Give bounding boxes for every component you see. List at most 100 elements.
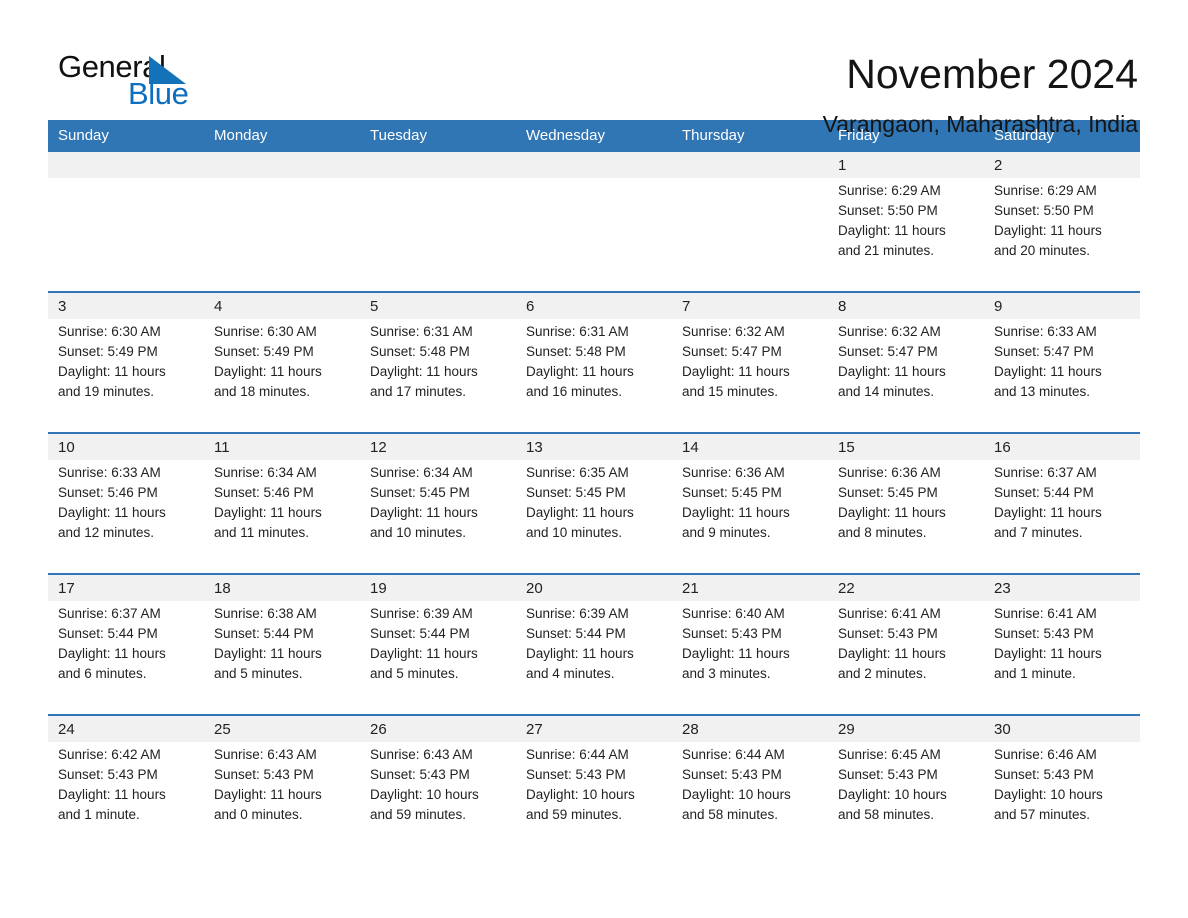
daylight-text-line2: and 14 minutes. <box>838 384 935 399</box>
day-cell-number[interactable]: 9 <box>984 291 1140 319</box>
sunrise-text: Sunrise: 6:37 AM <box>58 606 161 621</box>
day-cell-number[interactable]: 8 <box>828 291 984 319</box>
day-cell-number[interactable]: 28 <box>672 714 828 742</box>
daylight-text-line1: Daylight: 11 hours <box>838 364 946 379</box>
day-cell-info: Sunrise: 6:32 AM Sunset: 5:47 PM Dayligh… <box>672 319 828 433</box>
day-cell-number[interactable]: 29 <box>828 714 984 742</box>
sunset-text: Sunset: 5:43 PM <box>58 767 158 782</box>
calendar-week-1: 1 2 Sunrise: 6:29 AM Sunset: 5:50 PM Day… <box>48 152 1140 292</box>
week-1-daynum-row: 1 2 <box>48 152 1140 178</box>
day-cell-number[interactable]: 3 <box>48 291 204 319</box>
daylight-text-line2: and 57 minutes. <box>994 807 1091 822</box>
daylight-text-line1: Daylight: 10 hours <box>370 787 479 802</box>
day-cell-number[interactable]: 7 <box>672 291 828 319</box>
sunrise-text <box>58 181 194 201</box>
day-cell-number[interactable]: 21 <box>672 573 828 601</box>
sunset-text <box>370 201 506 221</box>
day-cell-info: Sunrise: 6:44 AM Sunset: 5:43 PM Dayligh… <box>516 742 672 855</box>
day-cell-info: Sunrise: 6:44 AM Sunset: 5:43 PM Dayligh… <box>672 742 828 855</box>
daylight-text-line1: Daylight: 11 hours <box>214 787 322 802</box>
day-cell-number[interactable]: 22 <box>828 573 984 601</box>
day-cell-info: Sunrise: 6:40 AM Sunset: 5:43 PM Dayligh… <box>672 601 828 715</box>
day-cell-number[interactable]: 1 <box>828 152 984 178</box>
day-cell-number[interactable]: 18 <box>204 573 360 601</box>
title-block: November 2024 Varangaon, Maharashtra, In… <box>823 50 1140 139</box>
weekday-header-tuesday: Tuesday <box>360 120 516 152</box>
daylight-text-line1: Daylight: 11 hours <box>838 646 946 661</box>
daylight-text-line1: Daylight: 11 hours <box>370 364 478 379</box>
day-cell-number[interactable] <box>48 152 204 178</box>
sunrise-text: Sunrise: 6:35 AM <box>526 465 629 480</box>
sunset-text: Sunset: 5:45 PM <box>838 485 938 500</box>
day-cell-info: Sunrise: 6:29 AM Sunset: 5:50 PM Dayligh… <box>984 178 1140 292</box>
daylight-text-line1: Daylight: 11 hours <box>214 364 322 379</box>
sunrise-text: Sunrise: 6:45 AM <box>838 747 941 762</box>
daylight-text-line2 <box>370 241 506 261</box>
sunrise-text: Sunrise: 6:36 AM <box>682 465 785 480</box>
generalblue-logo[interactable]: General Blue <box>48 50 198 112</box>
daylight-text-line2: and 58 minutes. <box>682 807 779 822</box>
sunset-text: Sunset: 5:45 PM <box>370 485 470 500</box>
day-cell-number[interactable]: 13 <box>516 432 672 460</box>
daylight-text-line2: and 21 minutes. <box>838 243 935 258</box>
day-cell-number[interactable]: 19 <box>360 573 516 601</box>
daylight-text-line1: Daylight: 11 hours <box>838 223 946 238</box>
day-cell-number[interactable]: 6 <box>516 291 672 319</box>
sunrise-text <box>526 181 662 201</box>
day-cell-info: Sunrise: 6:30 AM Sunset: 5:49 PM Dayligh… <box>48 319 204 433</box>
daylight-text-line1: Daylight: 11 hours <box>58 646 166 661</box>
day-cell-number[interactable]: 15 <box>828 432 984 460</box>
sunset-text <box>58 201 194 221</box>
sunrise-text: Sunrise: 6:44 AM <box>682 747 785 762</box>
day-cell-number[interactable] <box>672 152 828 178</box>
day-cell-info: Sunrise: 6:45 AM Sunset: 5:43 PM Dayligh… <box>828 742 984 855</box>
day-cell-info: Sunrise: 6:42 AM Sunset: 5:43 PM Dayligh… <box>48 742 204 855</box>
day-cell-number[interactable]: 2 <box>984 152 1140 178</box>
day-cell-number[interactable]: 25 <box>204 714 360 742</box>
daylight-text-line2: and 10 minutes. <box>370 525 467 540</box>
sunset-text: Sunset: 5:44 PM <box>370 626 470 641</box>
day-cell-info: Sunrise: 6:33 AM Sunset: 5:46 PM Dayligh… <box>48 460 204 574</box>
day-cell-number[interactable] <box>204 152 360 178</box>
sunset-text: Sunset: 5:50 PM <box>994 203 1094 218</box>
day-cell-number[interactable]: 26 <box>360 714 516 742</box>
calendar-page: General Blue November 2024 Varangaon, Ma… <box>0 0 1188 918</box>
day-cell-number[interactable]: 5 <box>360 291 516 319</box>
sunset-text: Sunset: 5:48 PM <box>370 344 470 359</box>
day-cell-number[interactable]: 10 <box>48 432 204 460</box>
day-cell-info: Sunrise: 6:31 AM Sunset: 5:48 PM Dayligh… <box>516 319 672 433</box>
week-3-info-row: Sunrise: 6:33 AM Sunset: 5:46 PM Dayligh… <box>48 460 1140 574</box>
day-cell-number[interactable]: 17 <box>48 573 204 601</box>
sunset-text: Sunset: 5:49 PM <box>214 344 314 359</box>
daylight-text-line1: Daylight: 11 hours <box>994 505 1102 520</box>
sunset-text: Sunset: 5:45 PM <box>682 485 782 500</box>
day-cell-number[interactable]: 12 <box>360 432 516 460</box>
day-cell-number[interactable]: 20 <box>516 573 672 601</box>
sunrise-text: Sunrise: 6:44 AM <box>526 747 629 762</box>
weekday-header-sunday: Sunday <box>48 120 204 152</box>
day-cell-number[interactable] <box>516 152 672 178</box>
day-cell-number[interactable]: 30 <box>984 714 1140 742</box>
day-cell-number[interactable]: 14 <box>672 432 828 460</box>
day-cell-number[interactable] <box>360 152 516 178</box>
sunset-text: Sunset: 5:43 PM <box>994 626 1094 641</box>
day-cell-number[interactable]: 23 <box>984 573 1140 601</box>
sunset-text: Sunset: 5:50 PM <box>838 203 938 218</box>
day-cell-number[interactable]: 24 <box>48 714 204 742</box>
weekday-header-thursday: Thursday <box>672 120 828 152</box>
daylight-text-line1: Daylight: 11 hours <box>370 646 478 661</box>
day-cell-number[interactable]: 11 <box>204 432 360 460</box>
day-cell-number[interactable]: 27 <box>516 714 672 742</box>
daylight-text-line2: and 9 minutes. <box>682 525 771 540</box>
daylight-text-line2: and 59 minutes. <box>526 807 623 822</box>
day-cell-info: Sunrise: 6:31 AM Sunset: 5:48 PM Dayligh… <box>360 319 516 433</box>
daylight-text-line1: Daylight: 11 hours <box>58 505 166 520</box>
sunset-text: Sunset: 5:43 PM <box>214 767 314 782</box>
daylight-text-line1: Daylight: 10 hours <box>526 787 635 802</box>
day-cell-number[interactable]: 16 <box>984 432 1140 460</box>
daylight-text-line2: and 19 minutes. <box>58 384 155 399</box>
sunrise-text: Sunrise: 6:32 AM <box>682 324 785 339</box>
daylight-text-line2: and 12 minutes. <box>58 525 155 540</box>
day-cell-number[interactable]: 4 <box>204 291 360 319</box>
daylight-text-line2: and 6 minutes. <box>58 666 147 681</box>
